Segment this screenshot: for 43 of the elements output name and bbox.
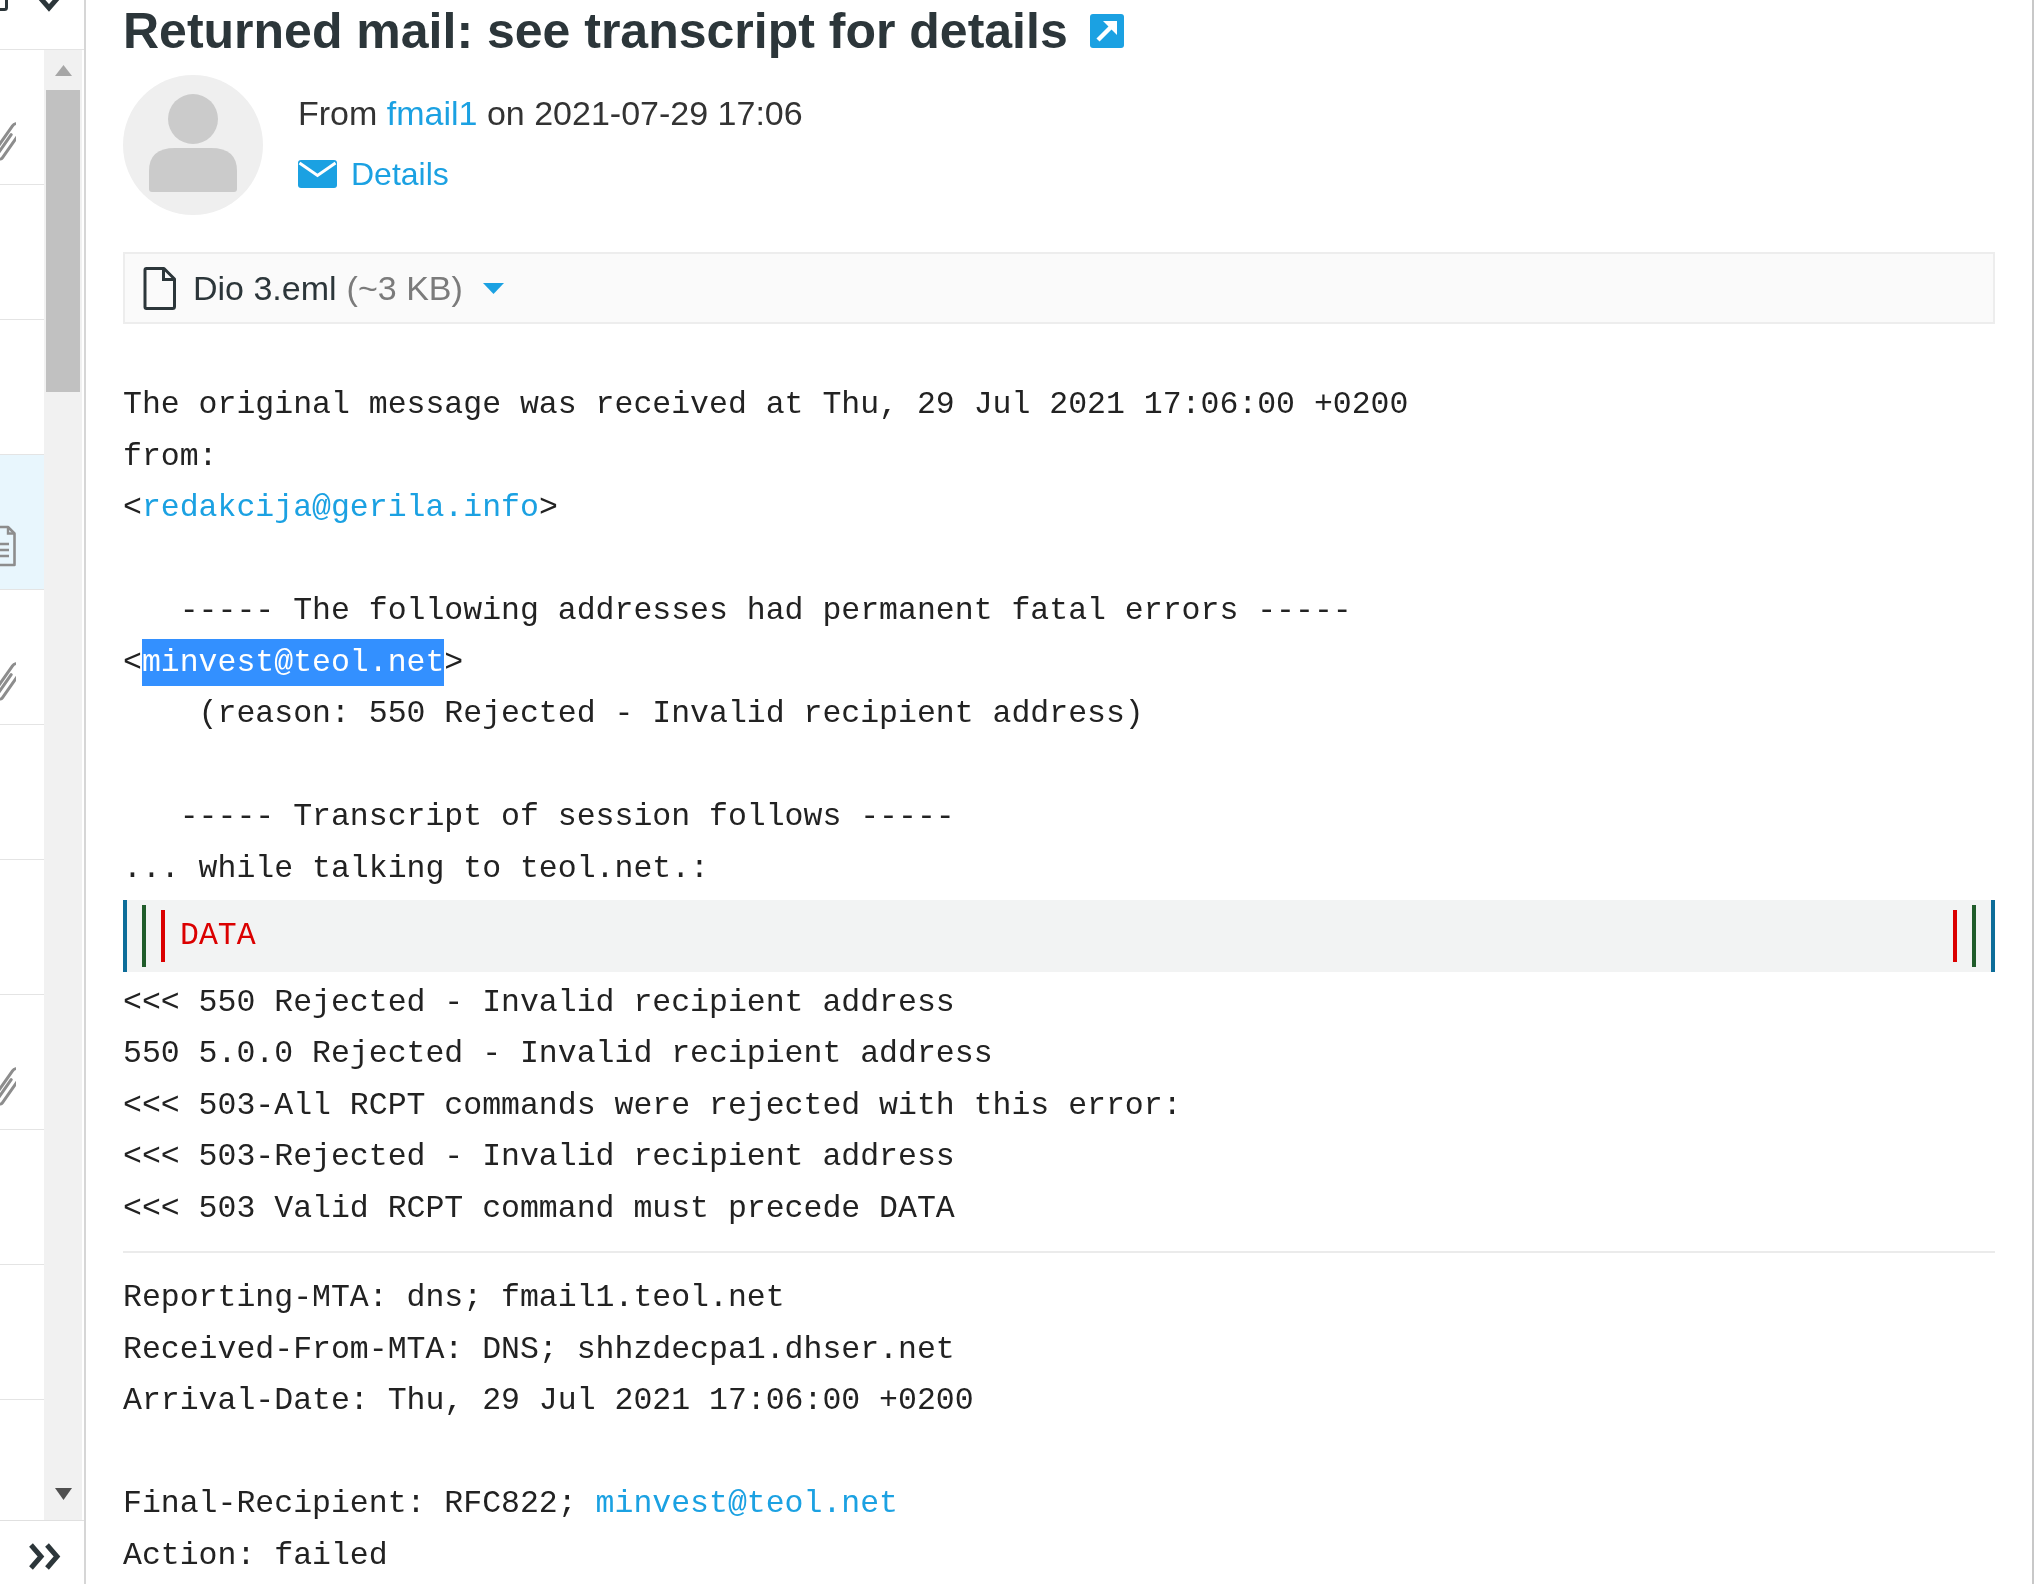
- avatar-icon: [123, 75, 263, 215]
- message-line: Action: failed: [123, 1536, 388, 1575]
- message-line: <<< 503-All RCPT commands were rejected with this error:: [123, 1086, 1182, 1125]
- message-line: <redakcija@gerila.info>: [123, 489, 558, 527]
- message-line: ----- Transcript of session follows -----: [178, 798, 955, 836]
- double-chevron-icon[interactable]: [28, 1542, 62, 1571]
- email-link[interactable]: minvest@teol.net: [595, 1486, 899, 1521]
- email-link[interactable]: redakcija@gerila.info: [141, 490, 539, 525]
- details-link[interactable]: Details: [298, 154, 449, 194]
- caret-down-icon[interactable]: [482, 282, 504, 294]
- message-line: 550 5.0.0 Rejected - Invalid recipient address: [123, 1035, 993, 1073]
- scroll-up-icon[interactable]: [54, 65, 72, 76]
- attachment-name[interactable]: Dio 3.eml: [193, 262, 337, 314]
- message-line: Arrival-Date: Thu, 29 Jul 2021 17:06:00 +0200: [123, 1382, 974, 1420]
- message-line: DATA: [180, 917, 256, 955]
- message-line: Reporting-MTA: dns; fmail1.teol.net: [123, 1279, 785, 1317]
- selected-email-link[interactable]: minvest@teol.net: [141, 638, 445, 686]
- external-link-icon[interactable]: [1089, 14, 1124, 48]
- file-icon: [143, 266, 176, 310]
- paperclip-icon: [0, 1065, 16, 1107]
- message-line: The original message was received at Thu, 29 Jul 2021 17:06:00 +0200: [123, 386, 1409, 424]
- attachment-size: (~3 KB): [346, 267, 463, 309]
- sender-line: From fmail1 on 2021-07-29 17:06: [298, 93, 803, 134]
- message-line: (reason: 550 Rejected - Invalid recipient address): [197, 695, 1144, 733]
- paperclip-icon: [0, 120, 16, 162]
- paperclip-icon: [0, 660, 16, 702]
- message-line: <<< 503-Rejected - Invalid recipient address: [123, 1138, 955, 1176]
- message-line: ----- The following addresses had permanent fatal errors -----: [178, 592, 1352, 630]
- message-line: Final-Recipient: RFC822; minvest@teol.net: [123, 1485, 899, 1523]
- frame-corner-icon[interactable]: [0, 0, 9, 11]
- message-line: <<< 503 Valid RCPT command must precede DATA: [123, 1189, 955, 1228]
- message-list-item[interactable]: [0, 455, 44, 590]
- message-subject: Returned mail: see transcript for details: [123, 4, 1068, 58]
- message-line: from:: [123, 437, 218, 476]
- sender-link[interactable]: fmail1: [386, 94, 478, 132]
- envelope-icon: [298, 160, 337, 188]
- message-line: Received-From-MTA: DNS; shhzdecpa1.dhser.net: [123, 1330, 955, 1369]
- message-line: <<< 550 Rejected - Invalid recipient address: [123, 983, 955, 1022]
- scrollbar-thumb[interactable]: [46, 90, 80, 392]
- scroll-down-icon[interactable]: [54, 1488, 72, 1500]
- document-icon: [0, 525, 16, 567]
- message-line: <minvest@teol.net>: [123, 636, 464, 688]
- message-line: ... while talking to teol.net.:: [123, 849, 709, 888]
